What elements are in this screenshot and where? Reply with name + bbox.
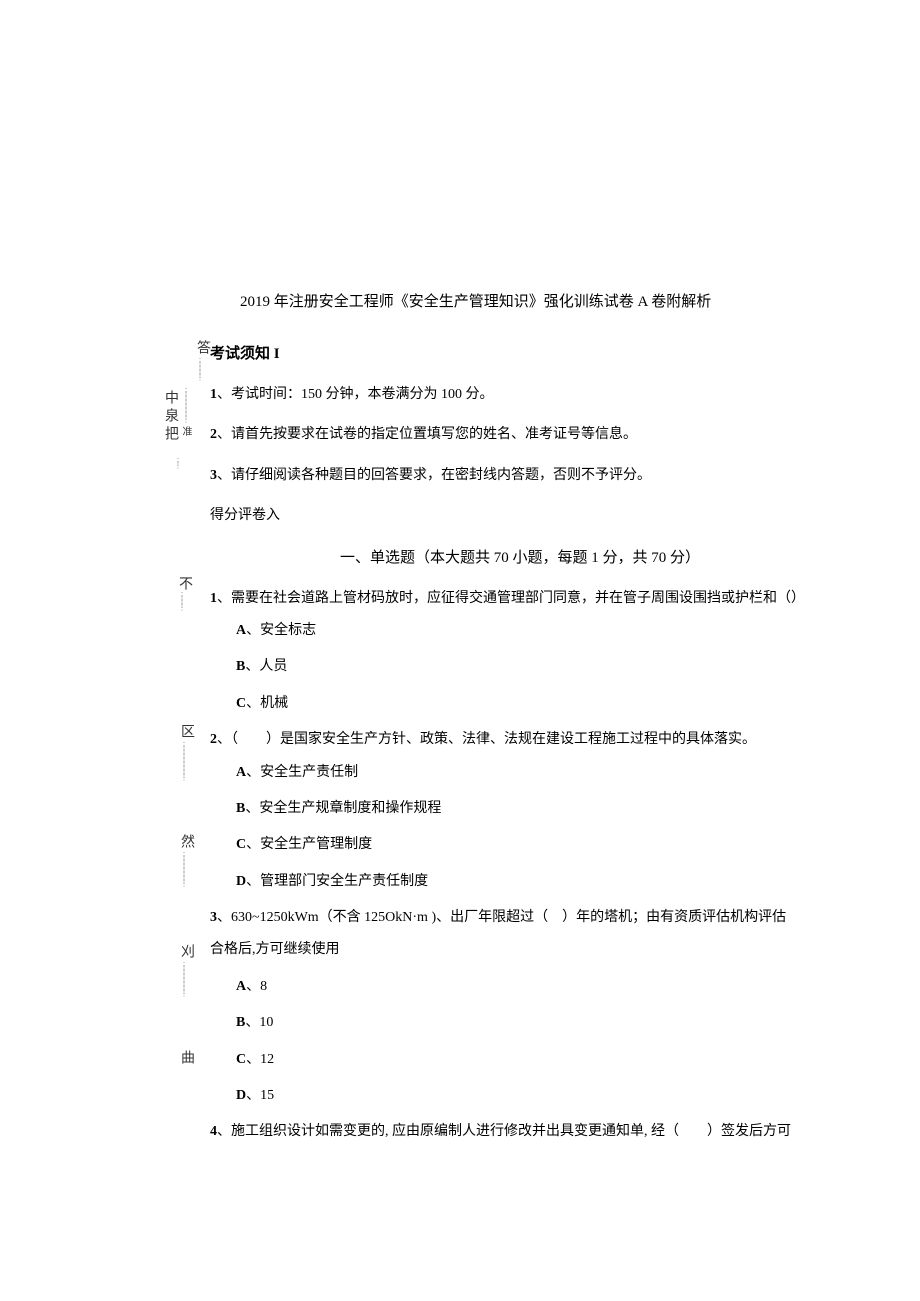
option-letter: B — [236, 1015, 245, 1030]
side-char: 泉 — [160, 408, 180, 422]
options-list: A、安全生产责任制 B、安全生产规章制度和操作规程 C、安全生产管理制度 D、管… — [236, 762, 810, 894]
option: C、12 — [236, 1049, 810, 1071]
options-list: A、安全标志 B、人员 C、机械 — [236, 620, 810, 715]
side-dots: ⋮⋮⋮⋮ — [178, 594, 186, 610]
score-entry: 得分评卷入 — [210, 505, 810, 527]
instruction-item: 2、请首先按要求在试卷的指定位置填写您的姓名、准考证号等信息。 — [210, 424, 810, 446]
option: B、人员 — [236, 656, 810, 678]
instruction-item: 1、考试时间：150 分钟，本卷满分为 100 分。 — [210, 384, 810, 406]
instruction-text: 、考试时间：150 分钟，本卷满分为 100 分。 — [217, 387, 494, 402]
option-letter: C — [236, 1052, 246, 1067]
option-letter: A — [236, 623, 246, 638]
question-text: 2、（ ）是国家安全生产方针、政策、法律、法规在建设工程施工过程中的具体落实。 — [210, 729, 810, 751]
option-letter: D — [236, 1088, 246, 1103]
option-letter: C — [236, 696, 246, 711]
option: A、安全标志 — [236, 620, 810, 642]
side-char: 曲 — [176, 1050, 196, 1064]
option-text: 、15 — [246, 1088, 274, 1103]
side-char: 刈 — [176, 944, 196, 958]
question-text: 1、需要在社会道路上管材码放时，应征得交通管理部门同意，并在管子周围设围挡或护栏… — [210, 588, 810, 610]
instruction-num: 2 — [210, 427, 217, 442]
question-num: 2 — [210, 732, 217, 747]
question-text-cont: 合格后,方可继续使用 — [210, 939, 810, 961]
option-letter: C — [236, 837, 246, 852]
option-text: 、管理部门安全生产责任制度 — [246, 874, 428, 889]
side-char: 答 — [192, 340, 212, 354]
option-text: 、8 — [246, 979, 267, 994]
question-text: 4、施工组织设计如需变更的, 应由原编制人进行修改并出具变更通知单, 经（ ）签… — [210, 1121, 810, 1143]
question-body: 、（ ）是国家安全生产方针、政策、法律、法规在建设工程施工过程中的具体落实。 — [217, 732, 756, 747]
question-body: 、需要在社会道路上管材码放时，应征得交通管理部门同意，并在管子周围设围挡或护栏和… — [217, 591, 805, 606]
side-char: 然 — [176, 834, 196, 848]
question-num: 4 — [210, 1124, 217, 1139]
side-char: 准 — [178, 426, 193, 436]
side-dots: ⋮⋮⋮⋮⋮⋮⋮⋮ — [182, 390, 190, 422]
option-letter: A — [236, 765, 246, 780]
side-dots: ⋮⋮⋮⋮⋮⋮⋮⋮ — [180, 964, 188, 996]
option: C、安全生产管理制度 — [236, 834, 810, 856]
option: D、15 — [236, 1085, 810, 1107]
question-body: 、施工组织设计如需变更的, 应由原编制人进行修改并出具变更通知单, 经（ ）签发… — [217, 1124, 791, 1139]
question-num: 1 — [210, 591, 217, 606]
side-dots: ⋮⋮⋮⋮⋮⋮⋮⋮ — [180, 854, 188, 886]
option-letter: B — [236, 801, 245, 816]
instruction-num: 1 — [210, 387, 217, 402]
binding-margin: 答 ⋮⋮⋮⋮⋮ 中 泉 把 准 ⋮⋮⋮⋮⋮⋮⋮⋮ ⋮⋮ 不 ⋮⋮⋮⋮ 区 ⋮⋮⋮… — [160, 330, 210, 1090]
option: A、安全生产责任制 — [236, 762, 810, 784]
instruction-item: 3、请仔细阅读各种题目的回答要求，在密封线内答题，否则不予评分。 — [210, 465, 810, 487]
options-list: A、8 B、10 C、12 D、15 — [236, 976, 810, 1108]
option-text: 、安全生产管理制度 — [246, 837, 372, 852]
notice-label: 考试须知 I — [210, 342, 810, 366]
side-char: 不 — [174, 576, 194, 590]
option: D、管理部门安全生产责任制度 — [236, 871, 810, 893]
option-text: 、12 — [246, 1052, 274, 1067]
side-dots: ⋮⋮⋮⋮⋮ — [196, 360, 204, 380]
side-char: 区 — [176, 724, 196, 738]
option-text: 、机械 — [246, 696, 288, 711]
option-text: 、安全生产责任制 — [246, 765, 358, 780]
question-body: 、630~1250kWm（不含 125OkN·m )、出厂年限超过（ ）年的塔机… — [217, 910, 786, 925]
instruction-text: 、请首先按要求在试卷的指定位置填写您的姓名、准考证号等信息。 — [217, 427, 637, 442]
option-letter: A — [236, 979, 246, 994]
instruction-num: 3 — [210, 468, 217, 483]
option-text: 、10 — [245, 1015, 273, 1030]
document-title: 2019 年注册安全工程师《安全生产管理知识》强化训练试卷 A 卷附解析 — [240, 290, 810, 314]
option: C、机械 — [236, 693, 810, 715]
question-num: 3 — [210, 910, 217, 925]
option: B、安全生产规章制度和操作规程 — [236, 798, 810, 820]
question-text: 3、630~1250kWm（不含 125OkN·m )、出厂年限超过（ ）年的塔… — [210, 907, 810, 929]
option-letter: D — [236, 874, 246, 889]
option: A、8 — [236, 976, 810, 998]
side-char: 把 — [160, 426, 180, 440]
side-dots: ⋮⋮ — [174, 460, 182, 468]
option: B、10 — [236, 1012, 810, 1034]
option-text: 、安全标志 — [246, 623, 316, 638]
option-letter: B — [236, 659, 245, 674]
section-title: 一、单选题（本大题共 70 小题，每题 1 分，共 70 分） — [230, 546, 810, 570]
instruction-text: 、请仔细阅读各种题目的回答要求，在密封线内答题，否则不予评分。 — [217, 468, 651, 483]
option-text: 、安全生产规章制度和操作规程 — [245, 801, 441, 816]
side-char: 中 — [160, 390, 180, 404]
side-dots: ⋮⋮⋮⋮⋮⋮⋮⋮⋮ — [180, 744, 188, 780]
document-content: 2019 年注册安全工程师《安全生产管理知识》强化训练试卷 A 卷附解析 考试须… — [210, 290, 810, 1154]
option-text: 、人员 — [245, 659, 287, 674]
